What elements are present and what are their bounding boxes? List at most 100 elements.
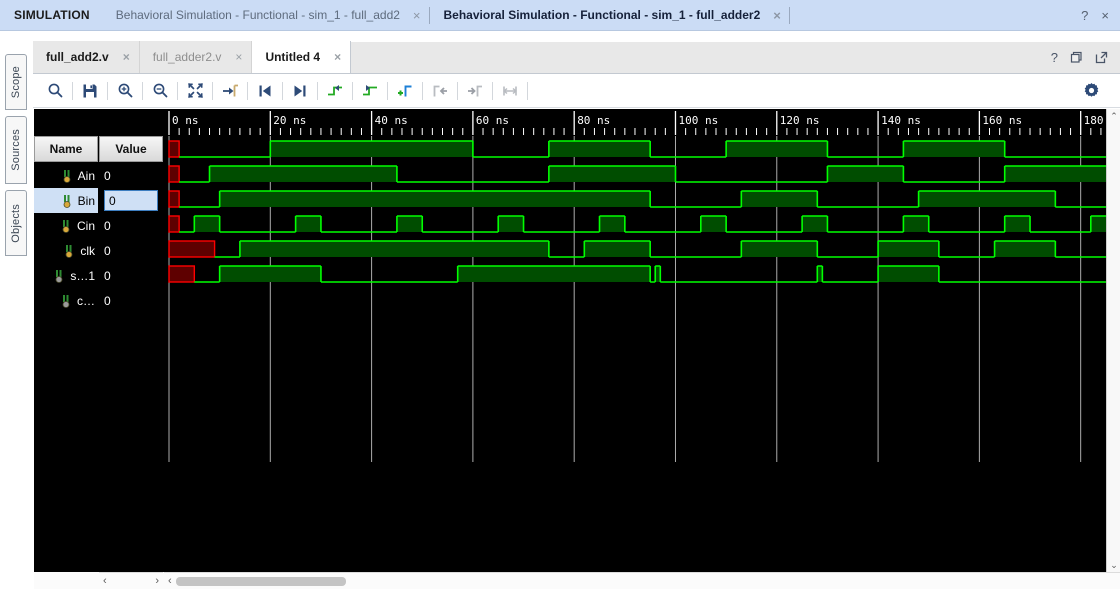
zoom-fit-icon[interactable] [180, 78, 210, 104]
signal-name-label: clk [80, 243, 95, 258]
input-port-icon [62, 169, 75, 183]
gear-icon[interactable] [1076, 78, 1106, 104]
column-header-value[interactable]: Value [99, 136, 163, 162]
signal-value-cell[interactable]: 0 [99, 188, 163, 213]
svg-text:40 ns: 40 ns [375, 114, 408, 127]
toolbar-separator [317, 81, 318, 100]
signal-value-cell[interactable]: 0 [99, 163, 163, 188]
toolbar-separator [212, 81, 213, 100]
editor-tab-untitled-4[interactable]: Untitled 4 × [252, 41, 352, 73]
name-scroll-left-icon[interactable]: ‹ [103, 575, 107, 587]
signal-value-cell[interactable]: 0 [99, 213, 163, 238]
editor-tab-full-add2-close-icon[interactable]: × [123, 50, 130, 64]
signal-value-cell[interactable]: 0 [99, 288, 163, 313]
wave-scroll-left-icon[interactable]: ‹ [168, 575, 172, 587]
toolbar-right-group [1076, 78, 1120, 104]
editor-tab-untitled-4-close-icon[interactable]: × [334, 50, 341, 64]
window-tab-divider-2 [788, 6, 790, 24]
toolbar-separator [457, 81, 458, 100]
waveform-traces[interactable] [164, 136, 1106, 572]
window-tab-0-close-icon[interactable]: × [413, 9, 421, 22]
waveform-horizontal-scrollbar[interactable]: ‹ [164, 572, 1120, 589]
go-to-start-icon[interactable] [250, 78, 280, 104]
editor-tab-full-add2[interactable]: full_add2.v × [33, 41, 140, 73]
float-window-icon[interactable] [1095, 51, 1108, 64]
signal-name-label: Bin [77, 193, 95, 208]
signal-row-Ain[interactable]: Ain [34, 163, 98, 188]
dock-tab-scope[interactable]: Scope [5, 54, 27, 110]
zoom-out-icon[interactable] [145, 78, 175, 104]
input-port-icon [64, 244, 77, 258]
dock-tab-scope-label: Scope [10, 65, 22, 99]
signal-value-cell[interactable]: 0 [99, 238, 163, 263]
signal-row-Bin[interactable]: Bin [34, 188, 98, 213]
save-icon[interactable] [75, 78, 105, 104]
output-port-icon [61, 294, 74, 308]
measure-icon[interactable] [495, 78, 525, 104]
signal-row-clk[interactable]: clk [34, 238, 98, 263]
close-icon[interactable]: × [1101, 8, 1109, 23]
toolbar-separator [352, 81, 353, 100]
editor-tab-full-add2-label: full_add2.v [46, 50, 109, 64]
help-icon[interactable]: ? [1051, 50, 1058, 65]
restore-window-icon[interactable] [1070, 51, 1083, 64]
toolbar-separator [72, 81, 73, 100]
zoom-in-icon[interactable] [110, 78, 140, 104]
next-transition-icon[interactable] [355, 78, 385, 104]
signal-row-s1[interactable]: s…1 [34, 263, 98, 288]
time-ruler[interactable]: 0 ns 20 ns 40 ns 60 ns 80 ns 100 ns 120 ns 140 … [164, 109, 1106, 136]
toolbar-separator [142, 81, 143, 100]
window-tab-0[interactable]: Behavioral Simulation - Functional - sim… [102, 0, 429, 31]
svg-text:140 ns: 140 ns [881, 114, 921, 127]
name-column-scrollbar[interactable]: ‹ › [99, 572, 163, 589]
signal-value-column: Value 0 0 0 0 0 0 [99, 109, 163, 572]
signal-name-label: Cin [76, 218, 95, 233]
signal-value-text: 0 [104, 268, 111, 283]
mode-label: SIMULATION [14, 8, 90, 22]
editor-tab-full-adder2[interactable]: full_adder2.v × [139, 41, 253, 73]
editor-tabstrip: full_add2.v × full_adder2.v × Untitled 4… [33, 41, 1120, 74]
scroll-down-icon[interactable]: ⌄ [1107, 558, 1120, 572]
previous-marker-icon[interactable] [425, 78, 455, 104]
editor-tab-full-adder2-close-icon[interactable]: × [235, 50, 242, 64]
help-icon[interactable]: ? [1081, 8, 1088, 23]
waveform-bottom-bars: ‹ › ‹ [34, 572, 1120, 589]
window-tab-1-label: Behavioral Simulation - Functional - sim… [443, 8, 761, 22]
window-tab-0-label: Behavioral Simulation - Functional - sim… [115, 8, 400, 22]
window-tab-1[interactable]: Behavioral Simulation - Functional - sim… [430, 0, 789, 31]
signal-row-c[interactable]: c… [34, 288, 98, 313]
dock-tab-objects-label: Objects [10, 203, 22, 243]
waveform-scroll-thumb[interactable] [175, 576, 346, 586]
signal-value-text: 0 [104, 190, 158, 211]
dock-tab-sources[interactable]: Sources [5, 116, 27, 184]
window-titlebar: SIMULATION Behavioral Simulation - Funct… [0, 0, 1120, 31]
scroll-up-icon[interactable]: ⌃ [1107, 109, 1120, 123]
input-port-icon [61, 219, 74, 233]
signal-value-text: 0 [104, 168, 111, 183]
signal-row-Cin[interactable]: Cin [34, 213, 98, 238]
waveform-vertical-scrollbar[interactable]: ⌃ ⌄ [1106, 109, 1120, 572]
svg-text:120 ns: 120 ns [780, 114, 820, 127]
window-tab-1-close-icon[interactable]: × [773, 9, 781, 22]
waveform-canvas-area[interactable]: 0 ns 20 ns 40 ns 60 ns 80 ns 100 ns 120 ns 140 … [164, 109, 1106, 572]
previous-transition-icon[interactable] [320, 78, 350, 104]
toolbar-separator [387, 81, 388, 100]
add-marker-icon[interactable] [390, 78, 420, 104]
toolbar-separator [177, 81, 178, 100]
search-icon[interactable] [40, 78, 70, 104]
toolbar-separator [247, 81, 248, 100]
goto-time-icon[interactable] [215, 78, 245, 104]
go-to-end-icon[interactable] [285, 78, 315, 104]
signal-value-text: 0 [104, 218, 111, 233]
output-port-icon [54, 269, 67, 283]
column-header-name[interactable]: Name [34, 136, 98, 162]
editor-tabstrip-controls: ? [1051, 50, 1120, 73]
signal-value-cell[interactable]: 0 [99, 263, 163, 288]
name-scroll-right-icon[interactable]: › [155, 575, 159, 587]
svg-text:100 ns: 100 ns [678, 114, 718, 127]
svg-text:0 ns: 0 ns [172, 114, 199, 127]
next-marker-icon[interactable] [460, 78, 490, 104]
input-port-icon [62, 194, 75, 208]
toolbar-separator [527, 81, 528, 100]
dock-tab-objects[interactable]: Objects [5, 190, 27, 256]
